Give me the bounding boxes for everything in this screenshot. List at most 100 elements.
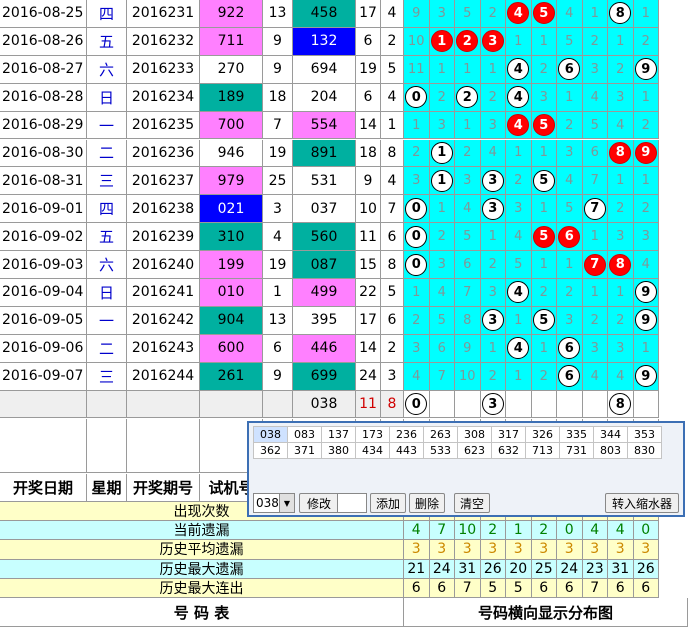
test-number-cell: 922 — [200, 0, 263, 28]
omission-value: 3 — [565, 145, 574, 161]
candidate-number[interactable]: 731 — [559, 442, 594, 459]
distribution-cell: 6 — [429, 334, 455, 363]
chevron-down-icon[interactable]: ▼ — [279, 494, 294, 512]
modify-button[interactable]: 修改 — [299, 493, 339, 513]
stat-value: 3 — [455, 540, 481, 560]
date-cell: 2016-08-30 — [0, 139, 87, 168]
distribution-cell: 1 — [429, 167, 455, 196]
number-filter-dialog: 038 083 137 173 236 263 308 317 326 335 344 353 362… — [247, 421, 685, 517]
stat-value: 23 — [582, 559, 608, 579]
distribution-cell: 5 — [455, 0, 481, 28]
omission-value: 5 — [514, 257, 523, 273]
date-cell: 2016-09-03 — [0, 251, 87, 279]
distribution-cell: 3 — [608, 334, 634, 363]
distribution-cell: 4 — [557, 0, 583, 28]
delete-button[interactable]: 删除 — [409, 493, 445, 513]
omission-value: 7 — [437, 368, 446, 384]
number-select[interactable]: 038 ▼ — [253, 493, 295, 513]
hit-ball: 9 — [634, 365, 657, 388]
test-number-cell: 010 — [200, 279, 263, 307]
candidate-number[interactable]: 371 — [287, 442, 322, 459]
test-number-cell: 711 — [200, 27, 263, 56]
distribution-cell: 2 — [429, 223, 455, 252]
candidate-number[interactable]: 173 — [355, 426, 390, 443]
distribution-cell: 2 — [531, 279, 557, 307]
draw-sum-cell: 14 — [356, 111, 381, 140]
hit-ball: 9 — [634, 309, 657, 332]
candidate-number[interactable]: 632 — [491, 442, 526, 459]
distribution-cell: 7 — [582, 195, 608, 224]
test-sum-cell: 19 — [263, 139, 293, 168]
candidate-number[interactable]: 830 — [627, 442, 662, 459]
omission-value: 4 — [488, 145, 497, 161]
omission-value: 2 — [616, 312, 625, 328]
weekday-cell: 四 — [87, 195, 127, 224]
distribution-cell: 7 — [429, 362, 455, 391]
omission-value: 1 — [514, 368, 523, 384]
omission-value: 10 — [407, 33, 425, 49]
period-cell: 2016240 — [127, 251, 200, 279]
stat-value: 4 — [608, 521, 634, 541]
weekday-cell: 六 — [87, 55, 127, 84]
candidate-number[interactable]: 083 — [287, 426, 322, 443]
distribution-cell: 2 — [557, 279, 583, 307]
hit-ball-red: 3 — [481, 30, 504, 53]
candidate-number[interactable]: 623 — [457, 442, 492, 459]
omission-value: 2 — [565, 284, 574, 300]
clear-button[interactable]: 清空 — [454, 493, 490, 513]
candidate-number[interactable]: 137 — [321, 426, 356, 443]
candidate-number[interactable]: 353 — [627, 426, 662, 443]
stat-value: 24 — [429, 559, 455, 579]
distribution-cell: 4 — [404, 362, 430, 391]
number-input[interactable] — [337, 493, 367, 513]
omission-value: 9 — [463, 340, 472, 356]
candidate-number[interactable]: 326 — [525, 426, 560, 443]
candidate-number[interactable]: 344 — [593, 426, 628, 443]
weekday-cell: 一 — [87, 306, 127, 335]
hit-ball-red: 4 — [507, 2, 530, 25]
distribution-cell: 9 — [633, 139, 659, 168]
test-sum-cell: 13 — [263, 306, 293, 335]
candidate-number[interactable]: 803 — [593, 442, 628, 459]
omission-value: 4 — [616, 117, 625, 133]
draw-sum-cell: 14 — [356, 334, 381, 363]
hit-ball-red: 5 — [532, 114, 555, 137]
distribution-cell: 1 — [506, 362, 532, 391]
stat-label: 历史最大遗漏 — [0, 559, 404, 579]
candidate-number[interactable]: 380 — [321, 442, 356, 459]
period-cell: 2016237 — [127, 167, 200, 196]
candidate-number[interactable]: 434 — [355, 442, 390, 459]
distribution-cell: 4 — [429, 279, 455, 307]
transfer-to-reducer-button[interactable]: 转入缩水器 — [605, 493, 679, 513]
distribution-cell: 9 — [633, 55, 659, 84]
stat-label: 当前遗漏 — [0, 521, 404, 541]
omission-value: 1 — [565, 257, 574, 273]
distribution-cell: 3 — [633, 223, 659, 252]
predict-distribution-cell — [506, 390, 532, 419]
omission-value: 3 — [437, 5, 446, 21]
candidate-number[interactable]: 533 — [423, 442, 458, 459]
stat-value: 6 — [404, 578, 430, 598]
add-button[interactable]: 添加 — [370, 493, 406, 513]
candidate-number[interactable]: 362 — [253, 442, 288, 459]
draw-number-cell: 560 — [293, 223, 356, 252]
candidate-number[interactable]: 308 — [457, 426, 492, 443]
candidate-number[interactable]: 443 — [389, 442, 424, 459]
distribution-cell: 2 — [429, 83, 455, 112]
candidate-number[interactable]: 317 — [491, 426, 526, 443]
span-cell: 5 — [381, 279, 404, 307]
distribution-cell: 1 — [531, 27, 557, 56]
distribution-cell: 11 — [404, 55, 430, 84]
candidate-number[interactable]: 713 — [525, 442, 560, 459]
hit-ball: 5 — [532, 309, 555, 332]
distribution-cell: 4 — [608, 362, 634, 391]
candidate-number[interactable]: 038 — [253, 426, 288, 443]
candidate-number[interactable]: 263 — [423, 426, 458, 443]
candidate-number[interactable]: 335 — [559, 426, 594, 443]
test-sum-cell: 9 — [263, 55, 293, 84]
number-list-table: 038 083 137 173 236 263 308 317 326 335 344 353 362… — [253, 426, 662, 459]
hit-ball: 6 — [558, 58, 581, 81]
predict-distribution-cell — [582, 390, 608, 419]
candidate-number[interactable]: 236 — [389, 426, 424, 443]
hit-ball-red: 6 — [558, 225, 581, 248]
